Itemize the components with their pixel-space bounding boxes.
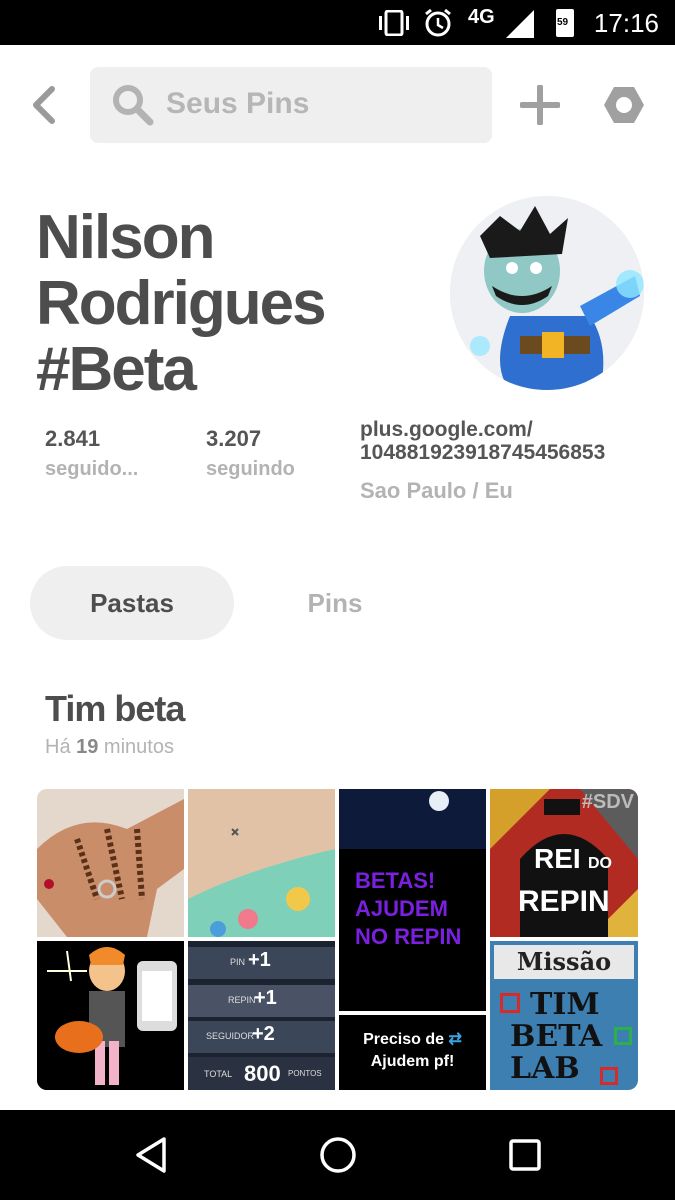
lab-line: LAB — [510, 1051, 580, 1086]
board-cover-grid[interactable]: BETAS! AJUDEM NO REPIN #SDV REI DO REPIN — [37, 789, 638, 1090]
decor-square — [614, 1027, 632, 1045]
points-row: PIN +1 — [188, 947, 335, 979]
guitar-image — [37, 941, 184, 1090]
pin-thumbnail-missao: Missão TIM BETA LAB — [490, 941, 638, 1090]
points-value: +2 — [252, 1023, 275, 1045]
search-icon — [113, 85, 154, 126]
followers-stat[interactable]: 2.841 seguido... — [45, 426, 138, 481]
preciso-line-text: Preciso de — [363, 1031, 445, 1048]
henna-image — [37, 789, 184, 937]
profile-name-line: #Beta — [36, 335, 197, 404]
settings-icon[interactable] — [603, 85, 645, 125]
pin-thumbnail-guitar — [37, 941, 184, 1090]
following-stat[interactable]: 3.207 seguindo — [206, 426, 295, 481]
pin-thumbnail-betas: BETAS! AJUDEM NO REPIN — [339, 789, 486, 1011]
missao-text: Missão — [516, 947, 612, 976]
rei-tag: #SDV — [581, 791, 634, 813]
betas-text-line: BETAS! — [355, 868, 436, 893]
nav-back-icon[interactable] — [134, 1136, 168, 1174]
points-total: 800 — [244, 1061, 281, 1086]
time-prefix: Há — [45, 736, 77, 758]
top-bar: Seus Pins — [0, 45, 675, 165]
betas-text-line: AJUDEM — [355, 896, 448, 921]
moon-image — [339, 789, 486, 849]
followers-count: 2.841 — [45, 426, 101, 451]
preciso-line: Preciso de ⇄ — [339, 1029, 486, 1051]
beta-line: BETA — [510, 1019, 603, 1054]
profile-name: Nilson Rodrigues #Beta — [36, 205, 396, 403]
betas-text-line: NO REPIN — [355, 924, 462, 949]
tattoo-image — [188, 789, 335, 937]
points-label: SEGUIDOR — [206, 1031, 255, 1041]
points-label: TOTAL — [204, 1069, 233, 1079]
preciso-line: Ajudem pf! — [370, 1053, 455, 1070]
avatar-image — [450, 196, 644, 390]
alarm-icon — [425, 8, 451, 37]
add-icon[interactable] — [520, 85, 560, 125]
tab-pins[interactable]: Pins — [275, 566, 395, 640]
preciso-text: Preciso de ⇄ Ajudem pf! — [339, 1029, 486, 1073]
tab-boards[interactable]: Pastas — [30, 566, 234, 640]
pin-thumbnail-henna — [37, 789, 184, 937]
followers-label: seguido... — [45, 458, 139, 480]
points-label: PIN — [230, 957, 246, 967]
search-bar[interactable]: Seus Pins — [90, 67, 492, 143]
rei-line: REI — [534, 843, 581, 874]
board-title[interactable]: Tim beta — [45, 688, 185, 730]
board-timestamp: Há 19 minutos — [45, 736, 174, 759]
points-value: +1 — [254, 987, 277, 1009]
status-bar: 4G 59 17:16 — [0, 0, 675, 45]
pin-thumbnail-points: PIN +1 REPIN +1 SEGUIDOR +2 TOTAL 800 PO… — [188, 941, 335, 1090]
android-nav-bar — [0, 1110, 675, 1200]
time-value: 19 — [76, 736, 99, 758]
points-row: REPIN +1 — [188, 985, 335, 1017]
points-value: +1 — [248, 949, 271, 971]
battery-level: 59 — [557, 17, 569, 28]
repin-icon: ⇄ — [448, 1031, 462, 1048]
nav-recents-icon[interactable] — [508, 1138, 542, 1172]
betas-text: BETAS! AJUDEM NO REPIN — [355, 867, 461, 951]
signal-icon — [506, 10, 534, 38]
missao-banner: Missão — [494, 945, 634, 979]
vibrate-icon — [379, 10, 409, 36]
following-label: seguindo — [206, 458, 295, 480]
rei-do: DO — [588, 855, 612, 872]
following-count: 3.207 — [206, 426, 262, 451]
tim-beta-lab-text: TIM BETA LAB — [510, 989, 602, 1085]
decor-square — [600, 1067, 618, 1085]
network-label: 4G — [468, 6, 495, 28]
back-arrow-icon[interactable] — [26, 85, 66, 125]
pin-thumbnail-rei-do-repin: #SDV REI DO REPIN — [490, 789, 638, 937]
points-row: SEGUIDOR +2 — [188, 1021, 335, 1053]
profile-name-line: Rodrigues — [36, 269, 327, 338]
decor-square — [500, 993, 520, 1013]
avatar[interactable] — [450, 196, 644, 390]
points-label: REPIN — [228, 995, 256, 1005]
points-unit: PONTOS — [288, 1069, 322, 1078]
rei-line: REPIN — [518, 885, 610, 918]
profile-name-line: Nilson — [36, 203, 215, 272]
points-total-row: TOTAL 800 PONTOS — [188, 1057, 335, 1090]
profile-website-link[interactable]: plus.google.com/ 104881923918745456853 — [360, 418, 605, 464]
pin-thumbnail-preciso: Preciso de ⇄ Ajudem pf! — [339, 1015, 486, 1090]
search-placeholder: Seus Pins — [166, 87, 310, 120]
link-line: 104881923918745456853 — [360, 441, 606, 464]
tim-line: TIM — [530, 987, 600, 1022]
link-line: plus.google.com/ — [360, 418, 533, 441]
profile-location: Sao Paulo / Eu — [360, 478, 513, 503]
battery-icon: 59 — [556, 9, 574, 37]
clock: 17:16 — [593, 8, 659, 38]
nav-home-icon[interactable] — [319, 1136, 357, 1174]
time-suffix: minutos — [98, 736, 174, 758]
pin-thumbnail-tattoo — [188, 789, 335, 937]
